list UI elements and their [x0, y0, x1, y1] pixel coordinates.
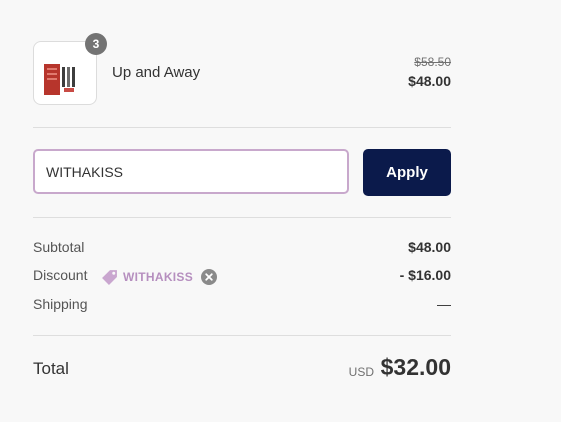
subtotal-row: Subtotal $48.00: [33, 239, 451, 259]
divider: [33, 127, 451, 128]
apply-button[interactable]: Apply: [363, 149, 451, 196]
product-image-icon: [44, 64, 75, 95]
quantity-badge: 3: [85, 33, 107, 55]
remove-discount-icon[interactable]: [201, 269, 218, 285]
divider: [33, 217, 451, 218]
discount-code-input[interactable]: [33, 149, 349, 194]
product-price: $48.00: [408, 73, 451, 89]
discount-code: WITHAKISS: [123, 270, 194, 284]
product-name: Up and Away: [112, 64, 201, 81]
product-original-price: $58.50: [414, 55, 451, 69]
shipping-row: Shipping —: [33, 296, 451, 316]
product-thumbnail: 3: [33, 33, 107, 105]
shipping-value: —: [437, 296, 451, 312]
discount-tag: WITHAKISS: [101, 267, 218, 287]
total-currency: USD: [348, 365, 374, 379]
divider: [33, 335, 451, 336]
discount-label: Discount: [33, 267, 88, 283]
order-summary: 3 Up and Away $58.50 $48.00 Apply Subtot…: [0, 0, 561, 422]
line-item: 3 Up and Away $58.50 $48.00: [33, 33, 451, 105]
discount-value: - $16.00: [399, 267, 451, 283]
total-value: $32.00: [380, 354, 451, 380]
discount-row: Discount WITHAKISS - $16.00: [33, 267, 451, 287]
subtotal-label: Subtotal: [33, 239, 85, 255]
total-label: Total: [33, 359, 69, 378]
shipping-label: Shipping: [33, 296, 88, 312]
subtotal-value: $48.00: [408, 239, 451, 255]
tag-icon: [102, 269, 117, 285]
